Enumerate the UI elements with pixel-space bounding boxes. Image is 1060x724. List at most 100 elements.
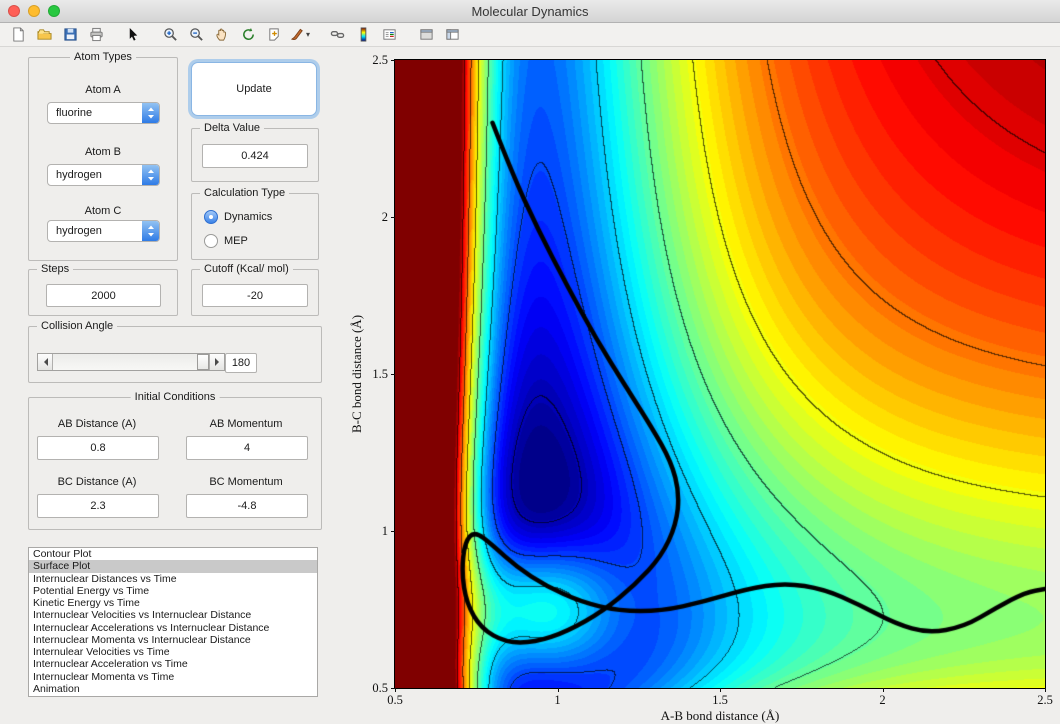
bc-distance-field[interactable]: 2.3 [37,494,159,518]
save-figure-icon[interactable] [58,25,82,45]
initial-conditions-title: Initial Conditions [130,391,220,403]
collision-angle-title: Collision Angle [37,320,118,332]
update-button[interactable]: Update [191,62,317,116]
initial-conditions-panel: Initial Conditions AB Distance (A) AB Mo… [28,391,322,530]
cutoff-title: Cutoff (Kcal/ mol) [200,263,293,275]
y-tick-mark [391,217,395,218]
atom-types-panel: Atom Types Atom A fluorine Atom B hydrog… [28,51,178,261]
calculation-type-title: Calculation Type [200,187,290,199]
popup-arrows-icon [142,165,159,185]
plot-type-listbox[interactable]: Contour Plot Surface Plot Internuclear Dis… [28,547,318,697]
rotate-3d-icon[interactable] [236,25,260,45]
brush-icon[interactable]: ▾ [288,25,312,45]
list-item[interactable]: Internuclear Accelerations vs Internucle… [29,622,317,634]
x-tick-mark [1045,688,1046,692]
contour-plot: 0.5 1 1.5 2 2.5 0.5 1 1.5 2 2.5 A-B bond distance… [349,53,1053,723]
zoom-in-icon[interactable] [158,25,182,45]
right-arrow-icon [214,358,223,366]
cutoff-panel: Cutoff (Kcal/ mol) -20 [191,263,319,316]
minimize-window-button[interactable] [28,5,40,17]
steps-field[interactable]: 2000 [46,284,161,307]
insert-colorbar-icon[interactable] [351,25,375,45]
radio-dynamics-label: Dynamics [224,211,273,223]
open-file-icon[interactable] [32,25,56,45]
list-item[interactable]: Kinetic Energy vs Time [29,597,317,609]
radio-dynamics-icon [204,210,218,224]
atom-a-label: Atom A [85,84,121,96]
delta-value-panel: Delta Value 0.424 [191,122,319,182]
window-title: Molecular Dynamics [471,3,589,19]
toolbar-separator [147,27,156,43]
dropdown-caret-icon: ▾ [305,30,310,39]
radio-dynamics[interactable]: Dynamics [204,210,272,224]
atom-b-label: Atom B [84,146,122,158]
cutoff-field[interactable]: -20 [202,284,308,307]
collision-angle-field[interactable]: 180 [225,353,257,373]
atom-a-select[interactable]: fluorine [47,102,160,124]
slider-thumb[interactable] [197,354,209,370]
molecular-dynamics-window: Molecular Dynamics ▾ Atom Types Atom A f… [0,0,1060,724]
x-tick-mark [557,688,559,692]
zoom-window-button[interactable] [48,5,60,17]
atom-c-value: hydrogen [56,225,102,237]
bc-distance-label: BC Distance (A) [57,476,137,488]
steps-title: Steps [37,263,74,275]
insert-legend-icon[interactable] [377,25,401,45]
close-window-button[interactable] [8,5,20,17]
radio-mep-icon [204,234,218,248]
link-plots-icon[interactable] [325,25,349,45]
popup-arrows-icon [142,103,159,123]
radio-mep-label: MEP [224,235,248,247]
atom-b-select[interactable]: hydrogen [47,164,160,186]
titlebar: Molecular Dynamics [0,0,1060,23]
popup-arrows-icon [142,221,159,241]
delta-value-field[interactable]: 0.424 [202,144,308,168]
list-item[interactable]: Animation [29,683,317,695]
y-tick-mark [391,688,395,689]
toolbar-separator [110,27,119,43]
collision-angle-slider[interactable] [37,353,225,371]
slider-left-arrow-button[interactable] [38,354,53,370]
y-axis-label: B-C bond distance (Å) [349,314,364,434]
bc-momentum-field[interactable]: -4.8 [186,494,308,518]
x-tick-mark [882,688,884,692]
potential-surface-canvas[interactable] [395,60,1045,688]
show-plot-tools-icon[interactable] [440,25,464,45]
ab-distance-label: AB Distance (A) [57,418,137,430]
y-tick-mark [391,60,395,61]
list-item[interactable]: Potential Energy vs Time [29,585,317,597]
list-item[interactable]: Internulear Velocities vs Time [29,646,317,658]
atom-a-value: fluorine [56,107,93,119]
list-item[interactable]: Internuclear Velocities vs Internuclear … [29,609,317,621]
atom-b-value: hydrogen [56,169,102,181]
list-item[interactable]: Contour Plot [29,548,317,560]
x-tick-label: 2.5 [1037,693,1053,707]
list-item[interactable]: Internuclear Momenta vs Internuclear Dis… [29,634,317,646]
radio-mep[interactable]: MEP [204,234,248,248]
toolbar-separator [314,27,323,43]
list-item[interactable]: Internuclear Momenta vs Time [29,671,317,683]
pan-icon[interactable] [210,25,234,45]
x-tick-label: 2 [879,693,886,707]
delta-value-title: Delta Value [200,122,265,134]
data-cursor-icon[interactable] [262,25,286,45]
ab-momentum-field[interactable]: 4 [186,436,308,460]
list-item[interactable]: Internuclear Distances vs Time [29,573,317,585]
steps-panel: Steps 2000 [28,263,178,316]
zoom-out-icon[interactable] [184,25,208,45]
figure-toolbar: ▾ [0,23,1060,47]
ab-distance-field[interactable]: 0.8 [37,436,159,460]
hide-plot-tools-icon[interactable] [414,25,438,45]
list-item[interactable]: Internuclear Acceleration vs Time [29,658,317,670]
print-figure-icon[interactable] [84,25,108,45]
y-tick-mark [391,531,395,532]
new-figure-icon[interactable] [6,25,30,45]
atom-c-select[interactable]: hydrogen [47,220,160,242]
edit-plot-icon[interactable] [121,25,145,45]
x-tick-mark [395,688,396,692]
calculation-type-panel: Calculation Type Dynamics MEP [191,187,319,260]
atom-types-title: Atom Types [70,51,136,63]
slider-right-arrow-button[interactable] [209,354,224,370]
x-tick-mark [720,688,721,692]
list-item[interactable]: Surface Plot [29,560,317,573]
